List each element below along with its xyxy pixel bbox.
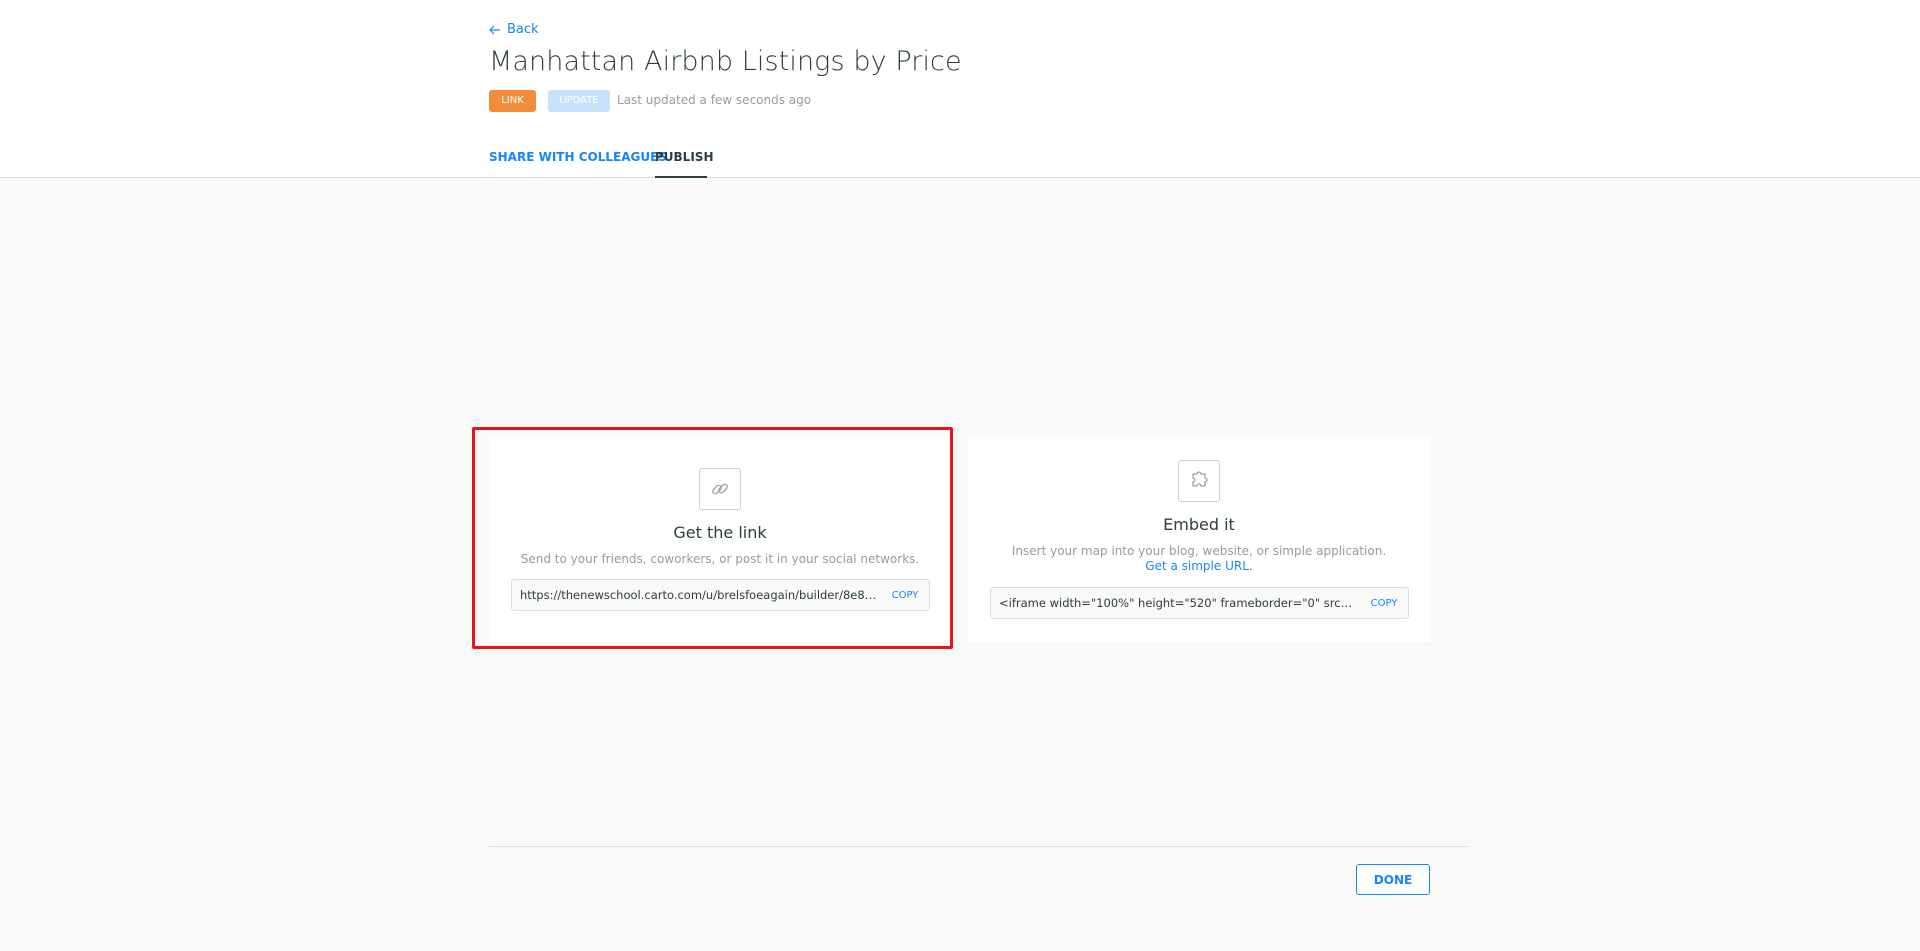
copy-link-button[interactable]: COPY xyxy=(881,590,929,601)
embed-code-field[interactable]: <iframe width="100%" height="520" frameb… xyxy=(990,587,1409,619)
get-link-description: Send to your friends, coworkers, or post… xyxy=(520,552,920,566)
embed-description: Insert your map into your blog, website,… xyxy=(1011,544,1387,558)
back-link[interactable]: Back xyxy=(489,22,539,37)
link-url-value[interactable]: https://thenewschool.carto.com/u/brelsfo… xyxy=(512,588,881,602)
embed-title: Embed it xyxy=(1163,515,1235,534)
active-tab-indicator xyxy=(655,176,707,178)
copy-embed-button[interactable]: COPY xyxy=(1360,598,1408,609)
back-label[interactable]: Back xyxy=(507,22,539,37)
get-link-title: Get the link xyxy=(673,523,767,542)
link-url-field[interactable]: https://thenewschool.carto.com/u/brelsfo… xyxy=(511,579,930,611)
embed-code-value[interactable]: <iframe width="100%" height="520" frameb… xyxy=(991,596,1360,610)
puzzle-icon xyxy=(1178,460,1220,502)
get-link-card: Get the link Send to your friends, cowor… xyxy=(489,437,951,642)
last-updated-text: Last updated a few seconds ago xyxy=(617,93,812,107)
header: Back Manhattan Airbnb Listings by Price … xyxy=(0,0,1920,178)
update-button[interactable]: UPDATE xyxy=(548,90,610,112)
link-badge: LINK xyxy=(489,90,536,112)
arrow-left-icon xyxy=(489,25,501,35)
link-icon xyxy=(699,468,741,510)
done-button[interactable]: DONE xyxy=(1356,864,1430,895)
get-simple-url-link[interactable]: Get a simple URL. xyxy=(968,559,1430,573)
tab-share-with-colleagues[interactable]: SHARE WITH COLLEAGUES xyxy=(489,150,667,164)
embed-card: Embed it Insert your map into your blog,… xyxy=(968,437,1430,642)
tab-publish[interactable]: PUBLISH xyxy=(655,150,713,164)
page-title: Manhattan Airbnb Listings by Price xyxy=(489,46,962,77)
footer-divider xyxy=(489,846,1469,847)
